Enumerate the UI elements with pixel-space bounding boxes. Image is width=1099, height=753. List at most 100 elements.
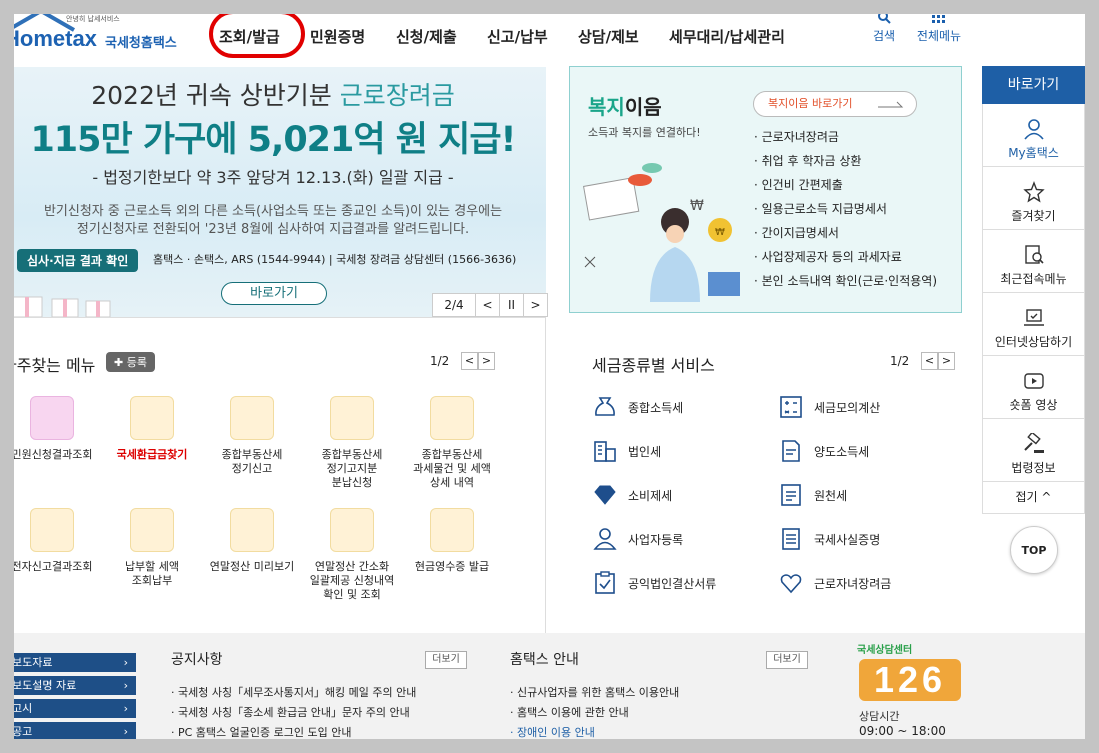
calendar-check-icon	[430, 396, 474, 440]
document-search-icon	[1024, 245, 1044, 264]
freq-menu-title: 자주찾는 메뉴	[14, 356, 96, 375]
tax-item-child-earned-credit[interactable]: 근로자녀장려금	[778, 570, 891, 596]
notice-item[interactable]: · 국세청 사칭「세무조사통지서」해킹 메일 주의 안내	[171, 684, 416, 700]
quick-my-hometax[interactable]: My홈택스	[982, 104, 1085, 167]
main-banner[interactable]: 2022년 귀속 상반기분 근로장려금 115만 가구에 5,021억 원 지급…	[14, 67, 548, 317]
nav-report-pay[interactable]: 신고/납부	[487, 22, 548, 52]
freq-item-tax-payment[interactable]: 납부할 세액 조회납부	[104, 508, 200, 588]
quick-law-info[interactable]: 법령정보	[982, 419, 1085, 482]
clipboard-check-icon	[595, 571, 615, 594]
freq-register-button[interactable]: ✚ 등록	[106, 352, 155, 372]
freq-item-e-filing-result[interactable]: 전자신고결과조회	[14, 508, 100, 574]
gavel-icon	[1023, 433, 1044, 453]
nav-civil-cert[interactable]: 민원증명	[310, 22, 365, 52]
freq-item-cash-receipt[interactable]: 현금영수증 발급	[404, 508, 500, 574]
banner-contact: 홈택스 · 손택스, ARS (1544-9944) | 국세청 장려금 상담센…	[153, 253, 517, 266]
grid-icon	[932, 15, 945, 23]
nav-apply-submit[interactable]: 신청/제출	[396, 22, 457, 52]
banner-description: 반기신청자 중 근로소득 외의 다른 소득(사업소득 또는 종교인 소득)이 있…	[43, 204, 503, 237]
hometax-logo[interactable]: 안녕히 납세서비스 Hometax 국세청홈택스	[14, 14, 204, 66]
welfare-illustration: ₩ ₩	[583, 163, 740, 302]
guide-more-button[interactable]: 더보기	[766, 651, 808, 669]
arrow-right-icon	[878, 101, 904, 108]
welfare-item[interactable]: · 간이지급명세서	[754, 224, 839, 241]
scroll-top-button[interactable]: TOP	[1010, 526, 1058, 574]
freq-prev-button[interactable]: <	[461, 352, 478, 370]
nav-tax-agent[interactable]: 세무대리/납세관리	[669, 22, 785, 52]
freq-page-indicator: 1/2	[430, 354, 450, 368]
tax-item-business-registration[interactable]: 사업자등록	[592, 526, 683, 552]
tax-service-prev-button[interactable]: <	[921, 352, 938, 370]
document-lines-icon	[782, 528, 800, 550]
notice-title: 공지사항	[171, 652, 223, 668]
freq-item-yearend-preview[interactable]: 연말정산 미리보기	[204, 508, 300, 574]
quick-collapse-button[interactable]: 접기 ^	[982, 482, 1085, 514]
tax-item-corporate-tax[interactable]: 법인세	[592, 438, 661, 464]
welfare-item[interactable]: · 사업장제공자 등의 과세자료	[754, 248, 902, 265]
welfare-item[interactable]: · 일용근로소득 지급명세서	[754, 200, 887, 217]
footer-press-explanation[interactable]: 보도설명 자료 ›	[14, 676, 136, 695]
nav-lookup-issue[interactable]: 조회/발급	[219, 22, 280, 52]
gift-box-icon	[14, 296, 111, 317]
footer-press-release[interactable]: 보도자료 ›	[14, 653, 136, 672]
notice-item[interactable]: · 국세청 사칭「종소세 환급금 안내」문자 주의 안내	[171, 704, 410, 720]
welfare-go-button[interactable]: 복지이음 바로가기	[753, 91, 917, 117]
banner-next-button[interactable]: >	[523, 294, 547, 316]
banner-go-button[interactable]: 바로가기	[221, 282, 327, 305]
center-label: 국세상담센터	[857, 645, 913, 656]
guide-item[interactable]: · 홈택스 이용에 관한 안내	[510, 704, 629, 720]
tax-item-tax-simulation[interactable]: 세금모의계산	[778, 394, 880, 420]
welfare-item[interactable]: · 본인 소득내역 확인(근로·인적용역)	[754, 272, 937, 289]
document-pen-icon	[782, 440, 800, 462]
search-button[interactable]: 검색	[869, 14, 899, 44]
all-menu-button[interactable]: 전체메뉴	[911, 14, 967, 44]
freq-item-property-tax-detail[interactable]: 종합부동산세 과세물건 및 세액 상세 내역	[404, 396, 500, 490]
document-won-icon	[30, 508, 74, 552]
banner-line1: 2022년 귀속 상반기분 근로장려금	[91, 81, 455, 110]
quick-recent-menu[interactable]: 최근접속메뉴	[982, 230, 1085, 293]
notice-item[interactable]: · PC 홈택스 얼굴인증 로그인 도입 안내	[171, 724, 351, 739]
nav-counsel-report[interactable]: 상담/제보	[578, 22, 639, 52]
tax-item-withholding-tax[interactable]: 원천세	[778, 482, 847, 508]
guide-item[interactable]: · 신규사업자를 위한 홈택스 이용안내	[510, 684, 679, 700]
quick-short-video[interactable]: 숏폼 영상	[982, 356, 1085, 419]
quick-online-counsel[interactable]: 인터넷상담하기	[982, 293, 1085, 356]
welfare-item[interactable]: · 취업 후 학자금 상환	[754, 152, 861, 169]
freq-item-property-tax-installment[interactable]: 종합부동산세 정기고지분 분납신청	[304, 396, 400, 490]
tax-item-public-interest-settlement[interactable]: 공익법인결산서류	[592, 570, 716, 596]
guide-item[interactable]: · 장애인 이용 안내	[510, 724, 595, 739]
person-icon	[1023, 119, 1044, 140]
tax-item-consumption-tax[interactable]: 소비제세	[592, 482, 672, 508]
heart-hands-icon	[780, 574, 802, 594]
receipt-pen-icon	[430, 508, 474, 552]
footer-announcement[interactable]: 고시 ›	[14, 699, 136, 718]
notice-more-button[interactable]: 더보기	[425, 651, 467, 669]
freq-item-property-tax-regular[interactable]: 종합부동산세 정기신고	[204, 396, 300, 476]
welfare-box: 복지이음 소득과 복지를 연결하다! 복지이음 바로가기 ₩ ₩ · 근로자녀장…	[569, 66, 962, 313]
welfare-item[interactable]: · 인건비 간편제출	[754, 176, 843, 193]
freq-item-refund-search[interactable]: 국세환급금찾기	[104, 396, 200, 462]
salary-document-icon	[781, 484, 801, 506]
tax-item-income-tax[interactable]: 종합소득세	[592, 394, 683, 420]
welfare-item[interactable]: · 근로자녀장려금	[754, 128, 839, 145]
center-hours-label: 상담시간	[859, 710, 900, 723]
freq-item-yearend-simplified[interactable]: 연말정산 간소화 일괄제공 신청내역 확인 및 조회	[304, 508, 400, 602]
quick-menu: 바로가기 My홈택스 즐겨찾기 최근접속메뉴 인터넷상담하기 숏폼 영상 법령정…	[982, 66, 1085, 514]
freq-item-civil-result[interactable]: 민원신청결과조회	[14, 396, 100, 462]
banner-prev-button[interactable]: <	[475, 294, 499, 316]
chevron-right-icon: ›	[123, 702, 128, 715]
tax-item-transfer-tax[interactable]: 양도소득세	[778, 438, 869, 464]
svg-text:₩: ₩	[715, 227, 725, 238]
tax-item-fact-certificate[interactable]: 국세사실증명	[778, 526, 880, 552]
coin-eye-icon	[230, 508, 274, 552]
banner-subline: - 법정기한보다 약 3주 앞당겨 12.13.(화) 일괄 지급 -	[92, 168, 454, 187]
banner-pause-button[interactable]: II	[499, 294, 523, 316]
freq-next-button[interactable]: >	[478, 352, 495, 370]
quick-menu-title: 바로가기	[982, 66, 1085, 104]
tax-service-next-button[interactable]: >	[938, 352, 955, 370]
footer-public-notice[interactable]: 공고 ›	[14, 722, 136, 739]
building-icon	[594, 441, 616, 462]
diamond-icon	[594, 485, 616, 505]
tax-service-title: 세금종류별 서비스	[592, 356, 715, 375]
quick-favorites[interactable]: 즐겨찾기	[982, 167, 1085, 230]
